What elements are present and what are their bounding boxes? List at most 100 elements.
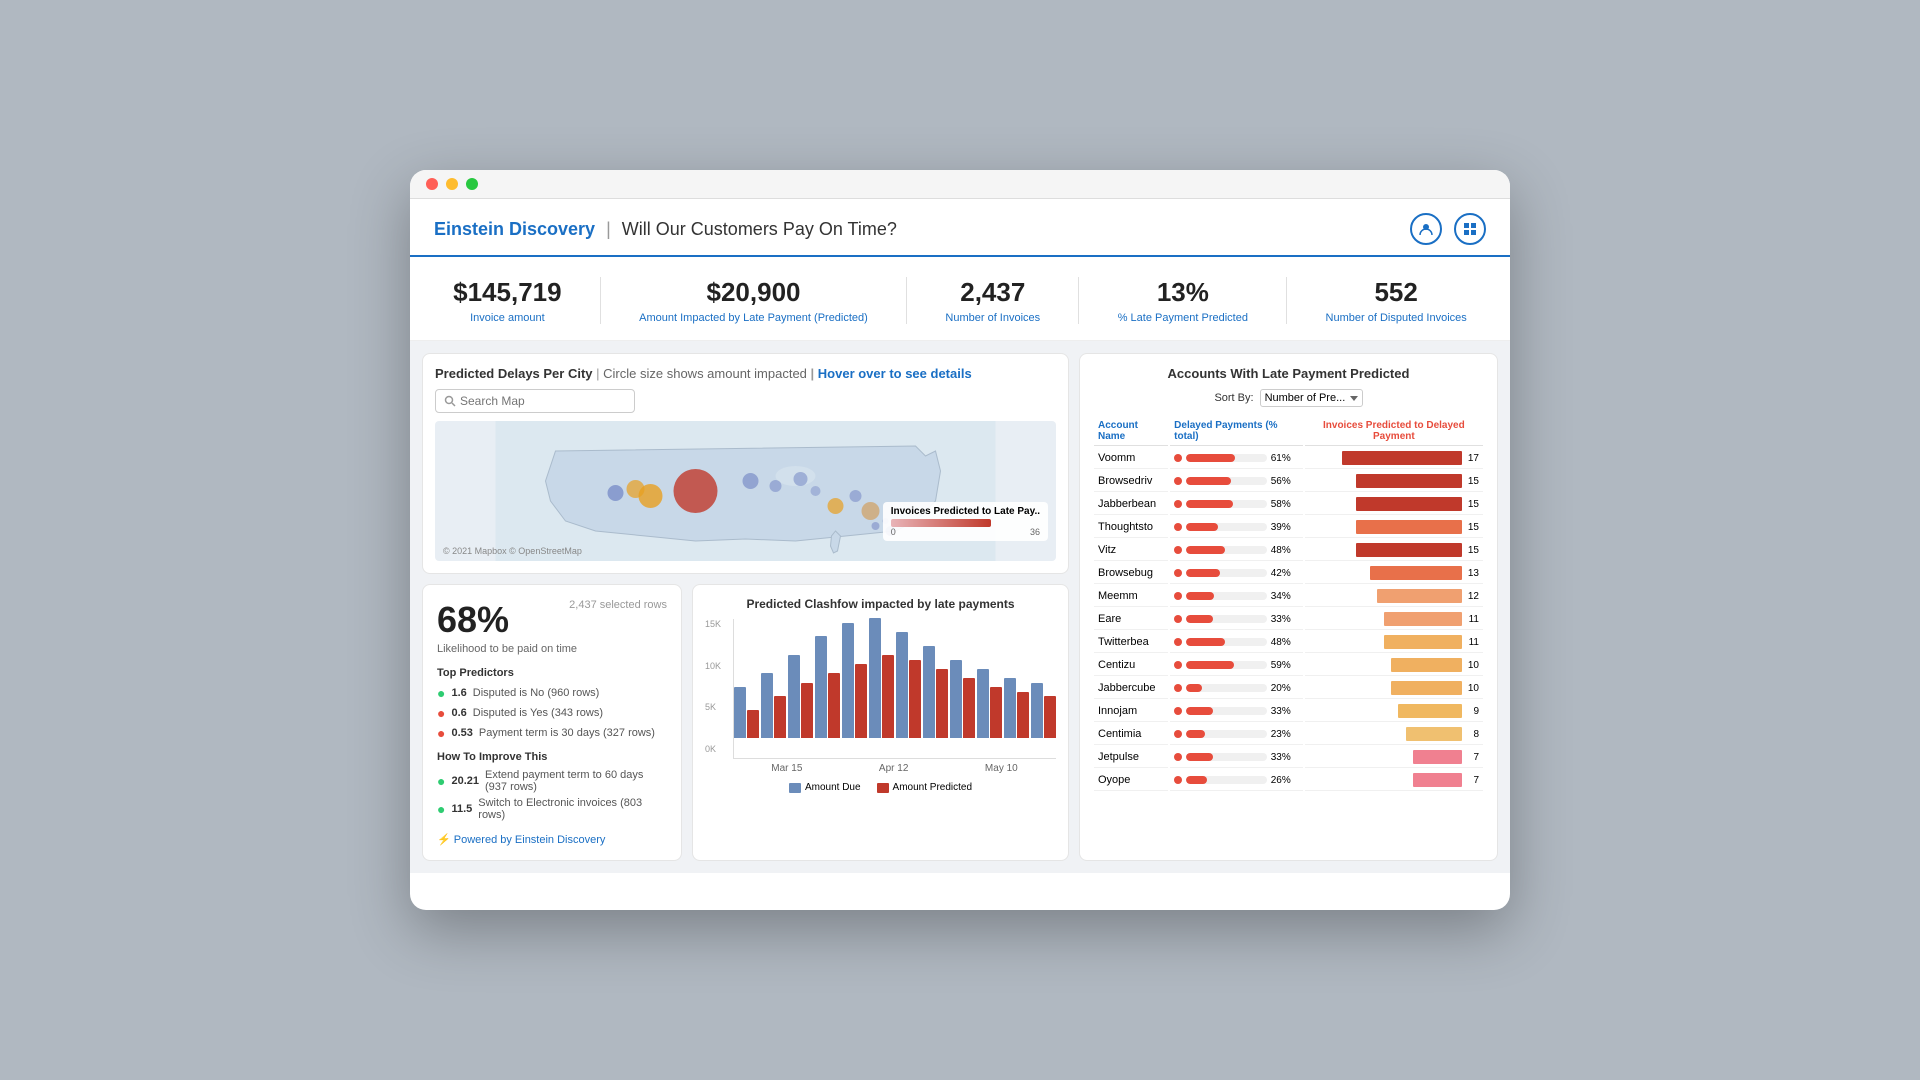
browser-minimize-dot[interactable] [446, 178, 458, 190]
kpi-num-invoices: 2,437 Number of Invoices [945, 277, 1040, 324]
y-label-5k: 5K [705, 702, 721, 712]
table-row[interactable]: Vitz48%15 [1094, 540, 1483, 561]
bar-group [977, 669, 1002, 738]
x-label-may: May 10 [985, 763, 1018, 774]
header-icons [1410, 213, 1486, 245]
bar-predicted [747, 710, 759, 738]
delayed-pct-cell: 48% [1170, 540, 1303, 561]
bar-due [950, 660, 962, 738]
delayed-pct-cell: 26% [1170, 770, 1303, 791]
delayed-pct-label: 48% [1271, 545, 1299, 556]
powered-by-link[interactable]: Powered by Einstein Discovery [437, 833, 667, 846]
delayed-pct-cell: 59% [1170, 655, 1303, 676]
invoices-count: 10 [1465, 683, 1479, 694]
predictor-1: ● 1.6 Disputed is No (960 rows) [437, 685, 667, 701]
col-account-name: Account Name [1094, 417, 1168, 446]
bar-predicted [774, 696, 786, 738]
table-row[interactable]: Jetpulse33%7 [1094, 747, 1483, 768]
account-name-cell: Voomm [1094, 448, 1168, 469]
chart-legend: Amount Due Amount Predicted [705, 782, 1056, 793]
legend-range: 0 36 [891, 527, 1040, 537]
map-credit: © 2021 Mapbox © OpenStreetMap [443, 541, 582, 559]
account-name-cell: Jabbercube [1094, 678, 1168, 699]
map-hover-link[interactable]: Hover over to see details [818, 366, 972, 381]
col-delayed-pct: Delayed Payments (% total) [1170, 417, 1303, 446]
improve-2: ● 11.5 Switch to Electronic invoices (80… [437, 797, 667, 821]
table-row[interactable]: Jabberbean58%15 [1094, 494, 1483, 515]
bar-group [869, 618, 894, 738]
table-row[interactable]: Voomm61% 17 [1094, 448, 1483, 469]
invoices-bar-cell: 12 [1305, 586, 1483, 607]
map-search-box[interactable] [435, 389, 635, 413]
delayed-dot [1174, 707, 1182, 715]
improve-label: How To Improve This [437, 751, 667, 763]
delayed-bar-fill [1186, 776, 1207, 784]
improve-1: ● 20.21 Extend payment term to 60 days (… [437, 769, 667, 793]
delayed-pct-cell: 23% [1170, 724, 1303, 745]
delayed-pct-label: 34% [1271, 591, 1299, 602]
invoices-bar [1356, 497, 1462, 511]
delayed-bar-fill [1186, 707, 1213, 715]
user-icon [1418, 221, 1434, 237]
improve-2-desc: Switch to Electronic invoices (803 rows) [478, 797, 667, 821]
accounts-table-scroll[interactable]: Account Name Delayed Payments (% total) … [1092, 415, 1485, 795]
invoices-bar-cell: 9 [1305, 701, 1483, 722]
settings-icon-button[interactable] [1454, 213, 1486, 245]
kpi-disputed: 552 Number of Disputed Invoices [1326, 277, 1467, 324]
kpi-num-invoices-value: 2,437 [945, 277, 1040, 308]
accounts-panel: Accounts With Late Payment Predicted Sor… [1079, 353, 1498, 861]
invoices-count: 15 [1465, 545, 1479, 556]
kpi-num-invoices-label: Number of Invoices [945, 312, 1040, 324]
bar-group [815, 636, 840, 738]
app-title-area: Einstein Discovery | Will Our Customers … [434, 219, 897, 240]
table-row[interactable]: Jabbercube20%10 [1094, 678, 1483, 699]
delayed-pct-cell: 61% [1170, 448, 1303, 469]
invoices-bar [1391, 681, 1462, 695]
delayed-bar-bg [1186, 569, 1267, 577]
kpi-disputed-label: Number of Disputed Invoices [1326, 312, 1467, 324]
table-row[interactable]: Browsebug42%13 [1094, 563, 1483, 584]
invoices-bar-cell: 7 [1305, 770, 1483, 791]
invoices-bar [1370, 566, 1462, 580]
table-row[interactable]: Realcube9%7 [1094, 793, 1483, 795]
sort-select[interactable]: Number of Pre... [1260, 389, 1363, 407]
bar-group [1031, 683, 1056, 738]
browser-maximize-dot[interactable] [466, 178, 478, 190]
table-row[interactable]: Centimia23%8 [1094, 724, 1483, 745]
delayed-bar-bg [1186, 592, 1267, 600]
invoices-bar-cell: 15 [1305, 471, 1483, 492]
table-row[interactable]: Thoughtsto39%15 [1094, 517, 1483, 538]
legend-amount-due: Amount Due [789, 782, 861, 793]
invoices-count: 7 [1465, 752, 1479, 763]
delayed-bar-fill [1186, 454, 1235, 462]
table-row[interactable]: Centizu59%10 [1094, 655, 1483, 676]
delayed-bar-bg [1186, 684, 1267, 692]
search-map-input[interactable] [460, 394, 626, 408]
table-row[interactable]: Eare33%11 [1094, 609, 1483, 630]
delayed-bar-bg [1186, 661, 1267, 669]
delayed-dot [1174, 546, 1182, 554]
table-row[interactable]: Twitterbea48%11 [1094, 632, 1483, 653]
kpi-invoice-amount-label: Invoice amount [453, 312, 561, 324]
bar-due [1031, 683, 1043, 738]
predictor-3: ● 0.53 Payment term is 30 days (327 rows… [437, 725, 667, 741]
delayed-pct-label: 59% [1271, 660, 1299, 671]
table-row[interactable]: Innojam33%9 [1094, 701, 1483, 722]
table-row[interactable]: Meemm34%12 [1094, 586, 1483, 607]
delayed-bar-fill [1186, 477, 1231, 485]
user-icon-button[interactable] [1410, 213, 1442, 245]
map-legend: Invoices Predicted to Late Pay.. 0 36 [883, 502, 1048, 541]
invoices-count: 17 [1465, 453, 1479, 464]
invoices-count: 15 [1465, 499, 1479, 510]
kpi-late-pct: 13% % Late Payment Predicted [1118, 277, 1248, 324]
browser-close-dot[interactable] [426, 178, 438, 190]
table-row[interactable]: Oyope26%7 [1094, 770, 1483, 791]
invoices-bar-cell: 11 [1305, 609, 1483, 630]
invoices-bar-cell: 10 [1305, 678, 1483, 699]
title-separator: | [606, 219, 611, 239]
table-row[interactable]: Browsedriv56%15 [1094, 471, 1483, 492]
improve-1-value: 20.21 [451, 775, 479, 787]
legend-predicted-label: Amount Predicted [893, 782, 973, 793]
delayed-bar-bg [1186, 500, 1267, 508]
delayed-pct-label: 39% [1271, 522, 1299, 533]
